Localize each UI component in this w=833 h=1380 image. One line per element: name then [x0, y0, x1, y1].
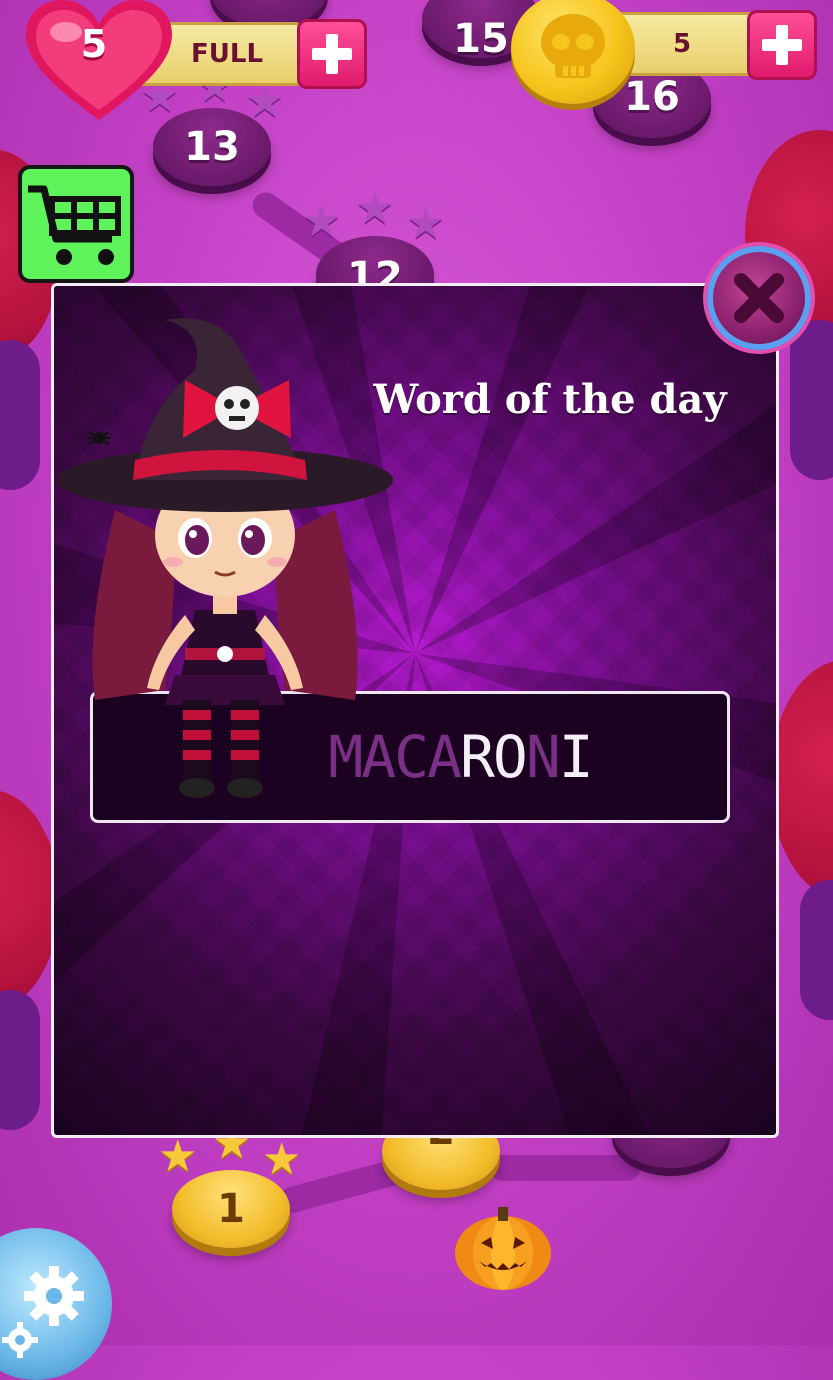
skull-coin	[511, 0, 635, 104]
word-letter: R	[460, 723, 495, 791]
level-number: 13	[184, 124, 240, 170]
close-icon	[734, 273, 784, 323]
shop-cart-button[interactable]	[18, 165, 134, 283]
level-star: ★	[158, 1131, 198, 1182]
lives-count: 5	[80, 22, 108, 66]
word-letter: I	[558, 723, 594, 791]
level-node-1[interactable]: 1	[172, 1170, 290, 1248]
level-star: ★	[302, 196, 342, 247]
word-letter: C	[394, 723, 429, 791]
add-lives-button[interactable]	[297, 19, 367, 89]
gear-icon	[2, 1266, 84, 1358]
skull-coin-icon	[541, 14, 605, 78]
pumpkin-icon	[455, 1207, 551, 1290]
map-path	[490, 1155, 640, 1181]
shopping-cart-icon	[28, 185, 121, 265]
witch-character	[57, 318, 393, 798]
lives-status: FULL	[191, 39, 264, 69]
word-letter: N	[525, 723, 561, 791]
level-star: ★	[262, 1134, 302, 1185]
close-button[interactable]	[707, 246, 811, 350]
coins-count: 5	[673, 29, 692, 59]
add-coins-button[interactable]	[747, 10, 817, 80]
word-letter: O	[492, 723, 528, 791]
settings-button[interactable]	[0, 1228, 112, 1380]
level-number: 15	[453, 16, 509, 62]
level-star: ★	[406, 198, 446, 249]
lives-heart: 5	[24, 0, 174, 122]
level-number: 1	[217, 1186, 245, 1232]
word-letter: A	[427, 723, 462, 791]
level-star: ★	[355, 183, 395, 234]
